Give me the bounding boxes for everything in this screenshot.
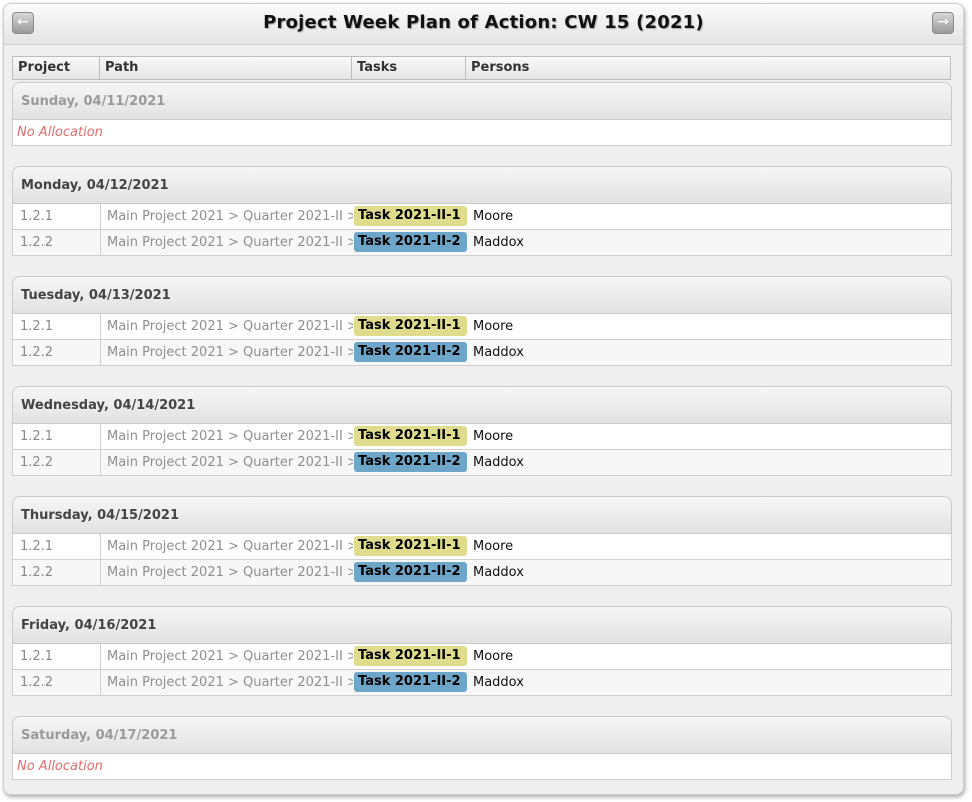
table-row[interactable]: 1.2.1 Main Project 2021 > Quarter 2021-II… xyxy=(12,424,952,450)
day-section: Friday, 04/16/2021 1.2.1 Main Project 2021… xyxy=(12,606,952,696)
task-cell: Task 2021-II-2 xyxy=(354,450,467,475)
person-cell[interactable]: Maddox xyxy=(473,450,953,475)
day-section: Monday, 04/12/2021 1.2.1 Main Project 2021… xyxy=(12,166,952,256)
task-badge[interactable]: Task 2021-II-1 xyxy=(354,316,467,336)
task-cell: Task 2021-II-2 xyxy=(354,560,467,585)
day-section: Saturday, 04/17/2021 No Allocation xyxy=(12,716,952,780)
day-header: Friday, 04/16/2021 xyxy=(12,606,952,644)
path-cell[interactable]: Main Project 2021 > Quarter 2021-II > xyxy=(101,560,353,585)
table-row[interactable]: 1.2.2 Main Project 2021 > Quarter 2021-II… xyxy=(12,340,952,366)
day-section: Thursday, 04/15/2021 1.2.1 Main Project 20… xyxy=(12,496,952,586)
task-cell: Task 2021-II-2 xyxy=(354,340,467,365)
task-cell: Task 2021-II-1 xyxy=(354,204,467,229)
path-cell[interactable]: Main Project 2021 > Quarter 2021-II > xyxy=(101,204,353,229)
task-badge[interactable]: Task 2021-II-2 xyxy=(354,232,467,252)
table-row[interactable]: 1.2.2 Main Project 2021 > Quarter 2021-II… xyxy=(12,560,952,586)
day-header: Wednesday, 04/14/2021 xyxy=(12,386,952,424)
person-cell[interactable]: Moore xyxy=(473,534,953,559)
task-badge[interactable]: Task 2021-II-2 xyxy=(354,562,467,582)
day-header: Saturday, 04/17/2021 xyxy=(12,716,952,754)
person-cell[interactable]: Maddox xyxy=(473,670,953,695)
path-cell[interactable]: Main Project 2021 > Quarter 2021-II > xyxy=(101,670,353,695)
person-cell[interactable]: Moore xyxy=(473,204,953,229)
project-no-cell: 1.2.1 xyxy=(13,314,101,339)
person-cell[interactable]: Maddox xyxy=(473,340,953,365)
path-cell[interactable]: Main Project 2021 > Quarter 2021-II > xyxy=(101,314,353,339)
person-cell[interactable]: Moore xyxy=(473,424,953,449)
task-cell: Task 2021-II-2 xyxy=(354,670,467,695)
table-row[interactable]: 1.2.1 Main Project 2021 > Quarter 2021-II… xyxy=(12,204,952,230)
project-no-cell: 1.2.2 xyxy=(13,560,101,585)
week-plan-panel: ← Project Week Plan of Action: CW 15 (20… xyxy=(3,3,964,795)
table-row[interactable]: 1.2.1 Main Project 2021 > Quarter 2021-II… xyxy=(12,534,952,560)
path-cell[interactable]: Main Project 2021 > Quarter 2021-II > xyxy=(101,644,353,669)
task-cell: Task 2021-II-2 xyxy=(354,230,467,255)
day-header: Thursday, 04/15/2021 xyxy=(12,496,952,534)
column-header-project-no[interactable]: Project No. xyxy=(12,56,100,97)
next-week-button[interactable]: → xyxy=(932,12,954,34)
task-cell: Task 2021-II-1 xyxy=(354,314,467,339)
project-no-cell: 1.2.2 xyxy=(13,230,101,255)
path-cell[interactable]: Main Project 2021 > Quarter 2021-II > xyxy=(101,424,353,449)
path-cell[interactable]: Main Project 2021 > Quarter 2021-II > xyxy=(101,230,353,255)
task-badge[interactable]: Task 2021-II-1 xyxy=(354,646,467,666)
table-row[interactable]: 1.2.2 Main Project 2021 > Quarter 2021-II… xyxy=(12,230,952,256)
day-header: Sunday, 04/11/2021 xyxy=(12,82,952,120)
project-no-cell: 1.2.2 xyxy=(13,340,101,365)
day-section: Wednesday, 04/14/2021 1.2.1 Main Project 2… xyxy=(12,386,952,476)
no-allocation-text: No Allocation xyxy=(12,120,952,146)
day-section: Sunday, 04/11/2021 No Allocation xyxy=(12,82,952,146)
table-row[interactable]: 1.2.1 Main Project 2021 > Quarter 2021-II… xyxy=(12,644,952,670)
title-bar: ← Project Week Plan of Action: CW 15 (20… xyxy=(4,4,963,45)
task-badge[interactable]: Task 2021-II-1 xyxy=(354,426,467,446)
table-row[interactable]: 1.2.1 Main Project 2021 > Quarter 2021-II… xyxy=(12,314,952,340)
table-row[interactable]: 1.2.2 Main Project 2021 > Quarter 2021-II… xyxy=(12,670,952,696)
person-cell[interactable]: Moore xyxy=(473,314,953,339)
day-header: Monday, 04/12/2021 xyxy=(12,166,952,204)
page-title: Project Week Plan of Action: CW 15 (2021… xyxy=(263,12,704,33)
column-header-tasks[interactable]: Tasks xyxy=(352,56,466,80)
task-cell: Task 2021-II-1 xyxy=(354,424,467,449)
project-no-cell: 1.2.1 xyxy=(13,644,101,669)
path-cell[interactable]: Main Project 2021 > Quarter 2021-II > xyxy=(101,534,353,559)
day-header: Tuesday, 04/13/2021 xyxy=(12,276,952,314)
project-no-cell: 1.2.2 xyxy=(13,450,101,475)
column-header-persons[interactable]: Persons xyxy=(466,56,951,80)
path-cell[interactable]: Main Project 2021 > Quarter 2021-II > xyxy=(101,450,353,475)
task-badge[interactable]: Task 2021-II-1 xyxy=(354,536,467,556)
project-no-cell: 1.2.1 xyxy=(13,534,101,559)
project-no-cell: 1.2.1 xyxy=(13,424,101,449)
arrow-right-icon: → xyxy=(937,14,949,30)
table-row[interactable]: 1.2.2 Main Project 2021 > Quarter 2021-II… xyxy=(12,450,952,476)
task-badge[interactable]: Task 2021-II-2 xyxy=(354,342,467,362)
person-cell[interactable]: Maddox xyxy=(473,560,953,585)
day-section: Tuesday, 04/13/2021 1.2.1 Main Project 202… xyxy=(12,276,952,366)
project-no-cell: 1.2.1 xyxy=(13,204,101,229)
path-cell[interactable]: Main Project 2021 > Quarter 2021-II > xyxy=(101,340,353,365)
person-cell[interactable]: Moore xyxy=(473,644,953,669)
project-no-cell: 1.2.2 xyxy=(13,670,101,695)
task-badge[interactable]: Task 2021-II-2 xyxy=(354,452,467,472)
task-cell: Task 2021-II-1 xyxy=(354,534,467,559)
no-allocation-text: No Allocation xyxy=(12,754,952,780)
task-badge[interactable]: Task 2021-II-2 xyxy=(354,672,467,692)
column-header-path[interactable]: Path xyxy=(100,56,352,80)
person-cell[interactable]: Maddox xyxy=(473,230,953,255)
task-cell: Task 2021-II-1 xyxy=(354,644,467,669)
task-badge[interactable]: Task 2021-II-1 xyxy=(354,206,467,226)
